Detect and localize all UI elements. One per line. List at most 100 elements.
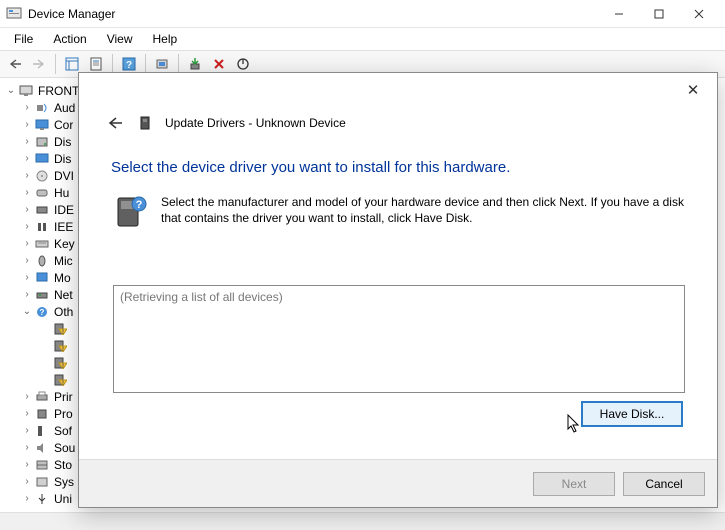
tree-item-label: Net — [54, 288, 73, 302]
usb-icon — [34, 492, 50, 506]
menu-action[interactable]: Action — [43, 30, 96, 48]
dialog-back-button[interactable] — [105, 113, 125, 133]
menu-file[interactable]: File — [4, 30, 43, 48]
processor-icon — [34, 407, 50, 421]
tree-root-label: FRONT — [38, 84, 79, 98]
ide-icon — [34, 203, 50, 217]
menu-help[interactable]: Help — [143, 30, 188, 48]
tree-item-label: Hu — [54, 186, 69, 200]
monitor-icon — [34, 271, 50, 285]
tree-item-label: Dis — [54, 152, 71, 166]
svg-text:!: ! — [62, 381, 64, 386]
other-icon: ? — [34, 305, 50, 319]
expand-icon[interactable]: › — [20, 221, 34, 232]
hardware-help-icon: ? — [111, 194, 147, 230]
audio-icon — [34, 101, 50, 115]
device-list[interactable]: (Retrieving a list of all devices) — [113, 285, 685, 393]
expand-icon[interactable]: ⌄ — [20, 306, 34, 317]
expand-icon[interactable]: › — [20, 289, 34, 300]
tree-item-label: Dis — [54, 135, 71, 149]
device-icon — [137, 115, 153, 131]
storage-icon — [34, 458, 50, 472]
system-icon — [34, 475, 50, 489]
tree-item-label: Cor — [54, 118, 73, 132]
tree-item-label: Uni — [54, 492, 72, 506]
svg-text:?: ? — [40, 308, 45, 317]
expand-icon[interactable]: › — [20, 272, 34, 283]
collapse-icon[interactable]: ⌄ — [4, 85, 18, 96]
tree-item-label: IEE — [54, 220, 73, 234]
tree-item-label: IDE — [54, 203, 74, 217]
unknown-device-warning-icon: ! — [52, 322, 68, 336]
tree-item-label: Sys — [54, 475, 74, 489]
computer-icon — [34, 118, 50, 132]
window-title: Device Manager — [28, 7, 599, 21]
statusbar — [0, 512, 725, 530]
hid-icon — [34, 186, 50, 200]
next-button[interactable]: Next — [533, 472, 615, 496]
dialog-instruction: Select the manufacturer and model of you… — [161, 194, 685, 230]
expand-icon[interactable]: › — [20, 119, 34, 130]
dvd-icon — [34, 169, 50, 183]
update-drivers-dialog: ✕ Update Drivers - Unknown Device Select… — [78, 72, 718, 508]
expand-icon[interactable]: › — [20, 459, 34, 470]
tree-item-label: Mic — [54, 254, 73, 268]
cancel-button[interactable]: Cancel — [623, 472, 705, 496]
expand-icon[interactable]: › — [20, 493, 34, 504]
expand-icon[interactable]: › — [20, 238, 34, 249]
expand-icon[interactable]: › — [20, 255, 34, 266]
expand-icon[interactable]: › — [20, 408, 34, 419]
expand-icon[interactable]: › — [20, 136, 34, 147]
have-disk-button[interactable]: Have Disk... — [581, 401, 683, 427]
tree-item-label: Mo — [54, 271, 71, 285]
expand-icon[interactable]: › — [20, 187, 34, 198]
dialog-heading: Select the device driver you want to ins… — [79, 133, 717, 176]
printer-icon — [34, 390, 50, 404]
tree-item-label: Prir — [54, 390, 73, 404]
unknown-device-warning-icon: ! — [52, 356, 68, 370]
expand-icon[interactable]: › — [20, 476, 34, 487]
dialog-title: Update Drivers - Unknown Device — [165, 116, 346, 130]
tree-item-label: Pro — [54, 407, 73, 421]
tree-item-label: DVI — [54, 169, 74, 183]
keyboard-icon — [34, 237, 50, 251]
expand-icon[interactable]: › — [20, 153, 34, 164]
expand-icon[interactable]: › — [20, 425, 34, 436]
tree-item-label: Key — [54, 237, 75, 251]
computer-icon — [18, 84, 34, 98]
svg-text:!: ! — [62, 364, 64, 369]
expand-icon[interactable]: › — [20, 170, 34, 181]
svg-text:?: ? — [136, 199, 143, 211]
expand-icon[interactable]: › — [20, 391, 34, 402]
tree-item-label: Sof — [54, 424, 72, 438]
close-button[interactable] — [679, 1, 719, 27]
unknown-device-warning-icon: ! — [52, 373, 68, 387]
menubar: File Action View Help — [0, 28, 725, 50]
expand-icon[interactable]: › — [20, 442, 34, 453]
app-icon — [6, 6, 22, 22]
tree-item-label: Aud — [54, 101, 75, 115]
dialog-footer: Next Cancel — [79, 459, 717, 507]
minimize-button[interactable] — [599, 1, 639, 27]
tree-item-label: Oth — [54, 305, 73, 319]
expand-icon[interactable]: › — [20, 204, 34, 215]
unknown-device-warning-icon: ! — [52, 339, 68, 353]
ieee-icon — [34, 220, 50, 234]
mouse-icon — [34, 254, 50, 268]
dialog-close-button[interactable]: ✕ — [679, 79, 707, 101]
back-button[interactable] — [4, 53, 26, 75]
tree-item-label: Sto — [54, 458, 72, 472]
display-icon — [34, 152, 50, 166]
disk-icon — [34, 135, 50, 149]
menu-view[interactable]: View — [97, 30, 143, 48]
sound-icon — [34, 441, 50, 455]
maximize-button[interactable] — [639, 1, 679, 27]
network-icon — [34, 288, 50, 302]
titlebar: Device Manager — [0, 0, 725, 28]
expand-icon[interactable]: › — [20, 102, 34, 113]
svg-text:?: ? — [126, 60, 132, 71]
svg-text:!: ! — [62, 347, 64, 352]
software-icon — [34, 424, 50, 438]
forward-button[interactable] — [28, 53, 50, 75]
tree-item-label: Sou — [54, 441, 75, 455]
